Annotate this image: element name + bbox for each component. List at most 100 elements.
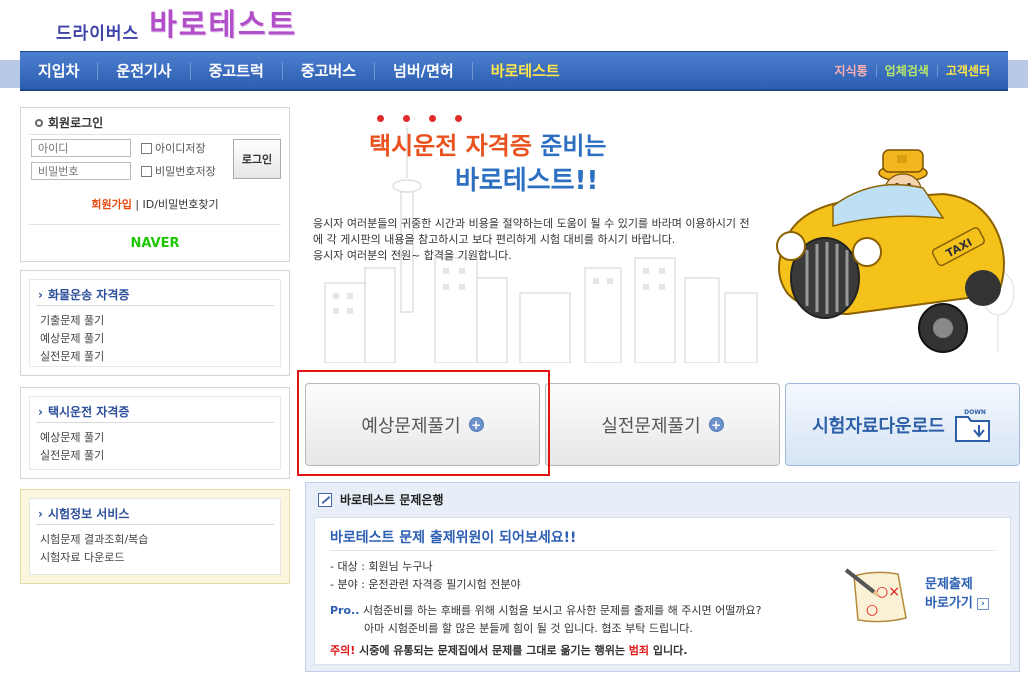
find-id-password-link[interactable]: ID/비밀번호찾기 [143,198,219,211]
navbar-edge-right [1008,60,1028,88]
util-company-search[interactable]: 업체검색 [877,65,938,77]
divider [330,550,995,551]
taxi-license-box: › 택시운전 자격증 예상문제 풀기 실전문제 풀기 [20,387,290,479]
bank-field-line: - 분야 : 운전관련 자격증 필기시험 전분야 [330,576,521,592]
bank-field-value: 운전관련 자격증 필기시험 전분야 [368,578,521,591]
main-navbar: 지입차 운전기사 중고트럭 중고버스 넘버/면허 바로테스트 지식통 업체검색 … [20,51,1008,91]
site-logo[interactable]: 드라이버스 바로테스트 [56,8,297,44]
exam-info-inner: › 시험정보 서비스 시험문제 결과조회/복습 시험자료 다운로드 [29,498,281,575]
save-password-checkbox[interactable]: 비밀번호저장 [141,163,216,179]
exam-info-title[interactable]: › 시험정보 서비스 [38,505,129,522]
join-link[interactable]: 회원가입 [91,198,131,211]
checkbox-icon[interactable] [141,142,152,154]
navbar-edge-left [0,60,20,88]
question-bank-panel: 바로테스트 문제은행 바로테스트 문제 출제위원이 되어보세요!! - 대상 :… [305,482,1020,672]
bank-warning-text2: 입니다. [649,644,688,657]
list-item[interactable]: 시험문제 결과조회/복습 [40,531,148,549]
nav-item-jiipcha[interactable]: 지입차 [20,62,99,80]
hero-subtitle: 바로테스트!! [455,166,599,196]
nav-item-driver[interactable]: 운전기사 [98,62,191,80]
cta-line2: 바로가기 [925,596,973,611]
hero-description: 응시자 여러분들의 귀중한 시간과 비용을 절약하는데 도움이 될 수 있기를 … [313,216,758,264]
bank-warning-text1: 시중에 유통되는 문제집에서 문제를 그대로 옮기는 행위는 [355,644,629,657]
download-folder-icon: DOWN [954,409,990,442]
exam-info-title-text: 시험정보 서비스 [47,507,130,521]
chevron-right-icon: › [38,287,43,302]
list-item[interactable]: 시험자료 다운로드 [40,549,148,567]
exam-info-box: › 시험정보 서비스 시험문제 결과조회/복습 시험자료 다운로드 [20,489,290,584]
login-links: 회원가입 | ID/비밀번호찾기 [21,196,289,212]
exam-material-download-button[interactable]: 시험자료다운로드 DOWN [785,383,1020,466]
nav-item-used-bus[interactable]: 중고버스 [283,62,376,80]
user-id-input[interactable] [31,139,131,157]
chevron-right-icon: › [38,506,43,521]
taxi-license-list: 예상문제 풀기 실전문제 풀기 [40,429,104,465]
question-bank-title-text: 바로테스트 문제은행 [340,493,444,507]
utility-menu: 지식통 업체검색 고객센터 [827,52,998,90]
save-id-label: 아이디저장 [155,142,206,155]
cargo-license-title[interactable]: › 화물운송 자격증 [38,286,129,303]
util-customer-center[interactable]: 고객센터 [938,65,998,77]
link-divider: | [135,198,140,211]
divider [29,134,281,135]
exam-info-list: 시험문제 결과조회/복습 시험자료 다운로드 [40,531,148,567]
logo-main-text: 바로테스트 [149,8,298,43]
logo-sub-text: 드라이버스 [56,24,140,44]
login-title-text: 회원로그인 [48,116,104,130]
login-button[interactable]: 로그인 [233,139,281,179]
svg-text:○×: ○× [876,584,900,600]
bank-warning-bold: 범죄 [628,644,650,657]
divider [36,305,274,306]
hero-title: 택시운전 자격증 준비는 [369,126,607,161]
bank-pro-label: Pro.. [330,604,360,617]
note-edit-icon [318,492,332,507]
cta-line2-wrap: 바로가기 › [925,594,989,613]
plus-circle-icon: + [708,417,724,432]
arrow-right-icon: › [976,597,989,610]
exam-material-download-label: 시험자료다운로드 [812,415,945,437]
bank-pro-line2: 아마 시험준비를 할 많은 분들께 힘이 될 것 입니다. 협조 부탁 드립니다… [364,622,693,635]
cargo-license-box: › 화물운송 자격증 기출문제 풀기 예상문제 풀기 실전문제 풀기 [20,270,290,376]
bank-pro-line: Pro.. 시험준비를 하는 후배를 위해 시험을 보시고 유사한 문제를 출제… [330,602,761,618]
bank-target-line: - 대상 : 회원님 누구나 [330,558,433,574]
bank-pro-text: 시험준비를 하는 후배를 위해 시험을 보시고 유사한 문제를 출제를 해 주시… [362,604,762,617]
selection-highlight [297,370,550,476]
password-input[interactable] [31,162,131,180]
nav-item-barotest[interactable]: 바로테스트 [473,62,578,80]
bank-field-label: - 분야 : [330,578,369,591]
cargo-license-list: 기출문제 풀기 예상문제 풀기 실전문제 풀기 [40,312,104,366]
taxi-license-inner: › 택시운전 자격증 예상문제 풀기 실전문제 풀기 [29,396,281,470]
question-bank-title: 바로테스트 문제은행 [318,491,444,508]
submit-question-link[interactable]: ○× ○ 문제출제 바로가기 › [840,558,1005,638]
question-bank-content: 바로테스트 문제 출제위원이 되어보세요!! - 대상 : 회원님 누구나 - … [314,517,1011,665]
taxi-license-title-text: 택시운전 자격증 [47,405,130,419]
list-item[interactable]: 예상문제 풀기 [40,330,104,348]
chevron-right-icon: › [38,404,43,419]
practice-questions-button[interactable]: 실전문제풀기 + [545,383,780,466]
divider [36,524,274,525]
util-knowledge[interactable]: 지식통 [827,65,877,77]
login-title: 회원로그인 [35,114,103,131]
taxi-driver-illustration: TAXI [776,149,1015,353]
list-item[interactable]: 기출문제 풀기 [40,312,104,330]
divider [29,224,281,225]
taxi-license-title[interactable]: › 택시운전 자격증 [38,403,129,420]
checkbox-icon[interactable] [141,165,152,177]
hero-title-highlight: 택시운전 자격증 [369,132,532,160]
hero-title-rest: 준비는 [531,132,607,160]
svg-text:○: ○ [866,602,878,618]
cargo-license-title-text: 화물운송 자격증 [47,288,130,302]
list-item[interactable]: 예상문제 풀기 [40,429,104,447]
list-item[interactable]: 실전문제 풀기 [40,447,104,465]
naver-login-button[interactable]: NAVER [21,236,289,251]
list-item[interactable]: 실전문제 풀기 [40,348,104,366]
nav-item-used-truck[interactable]: 중고트럭 [191,62,283,80]
divider [36,422,274,423]
bullet-icon [35,118,43,127]
emphasis-dots [377,115,481,122]
bank-target-value: 회원님 누구나 [368,560,433,573]
nav-item-number-license[interactable]: 넘버/면허 [375,62,473,80]
save-id-checkbox[interactable]: 아이디저장 [141,140,206,156]
page: 드라이버스 바로테스트 지입차 운전기사 중고트럭 중고버스 넘버/면허 바로테… [0,0,1028,678]
hero-description-text: 응시자 여러분들의 귀중한 시간과 비용을 절약하는데 도움이 될 수 있기를 … [313,217,750,246]
